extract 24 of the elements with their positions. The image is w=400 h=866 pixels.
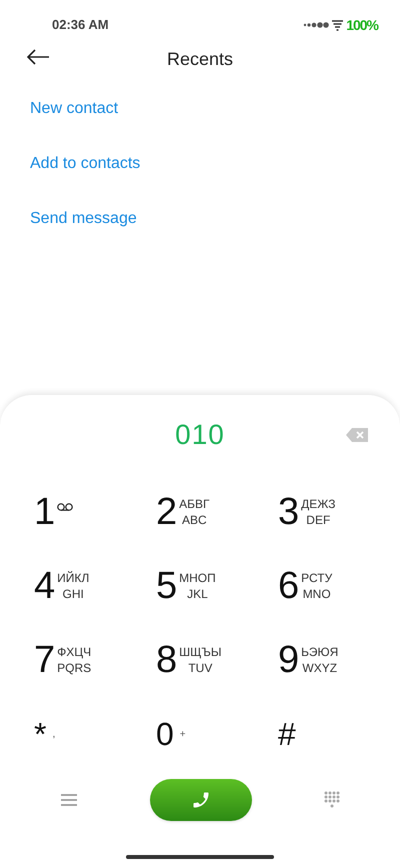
keypad-icon xyxy=(324,791,340,809)
keypad-toggle-button[interactable] xyxy=(324,791,340,809)
battery-percentage: 100% xyxy=(346,16,378,34)
back-button[interactable] xyxy=(26,49,50,65)
dialed-number: 010 xyxy=(175,418,225,452)
dial-key[interactable]: # xyxy=(278,697,296,771)
voicemail-icon xyxy=(57,503,74,511)
call-button[interactable] xyxy=(150,779,252,821)
action-link[interactable]: New contact xyxy=(30,81,118,136)
screen-title: Recents xyxy=(166,48,234,70)
back-arrow-icon xyxy=(26,49,50,65)
action-link[interactable]: Add to contacts xyxy=(30,136,140,191)
action-link[interactable]: Send message xyxy=(30,191,137,246)
wifi-icon xyxy=(332,20,344,30)
menu-icon xyxy=(60,793,78,807)
signal-icon xyxy=(303,21,330,29)
menu-button[interactable] xyxy=(60,793,78,807)
dial-key[interactable]: 0 + xyxy=(156,697,186,771)
backspace-icon xyxy=(346,428,368,442)
backspace-button[interactable] xyxy=(346,428,368,442)
dial-key[interactable]: * , xyxy=(34,697,56,771)
phone-icon xyxy=(191,790,211,810)
status-time: 02:36 AM xyxy=(52,16,109,34)
dial-key[interactable]: 1 xyxy=(34,475,74,549)
